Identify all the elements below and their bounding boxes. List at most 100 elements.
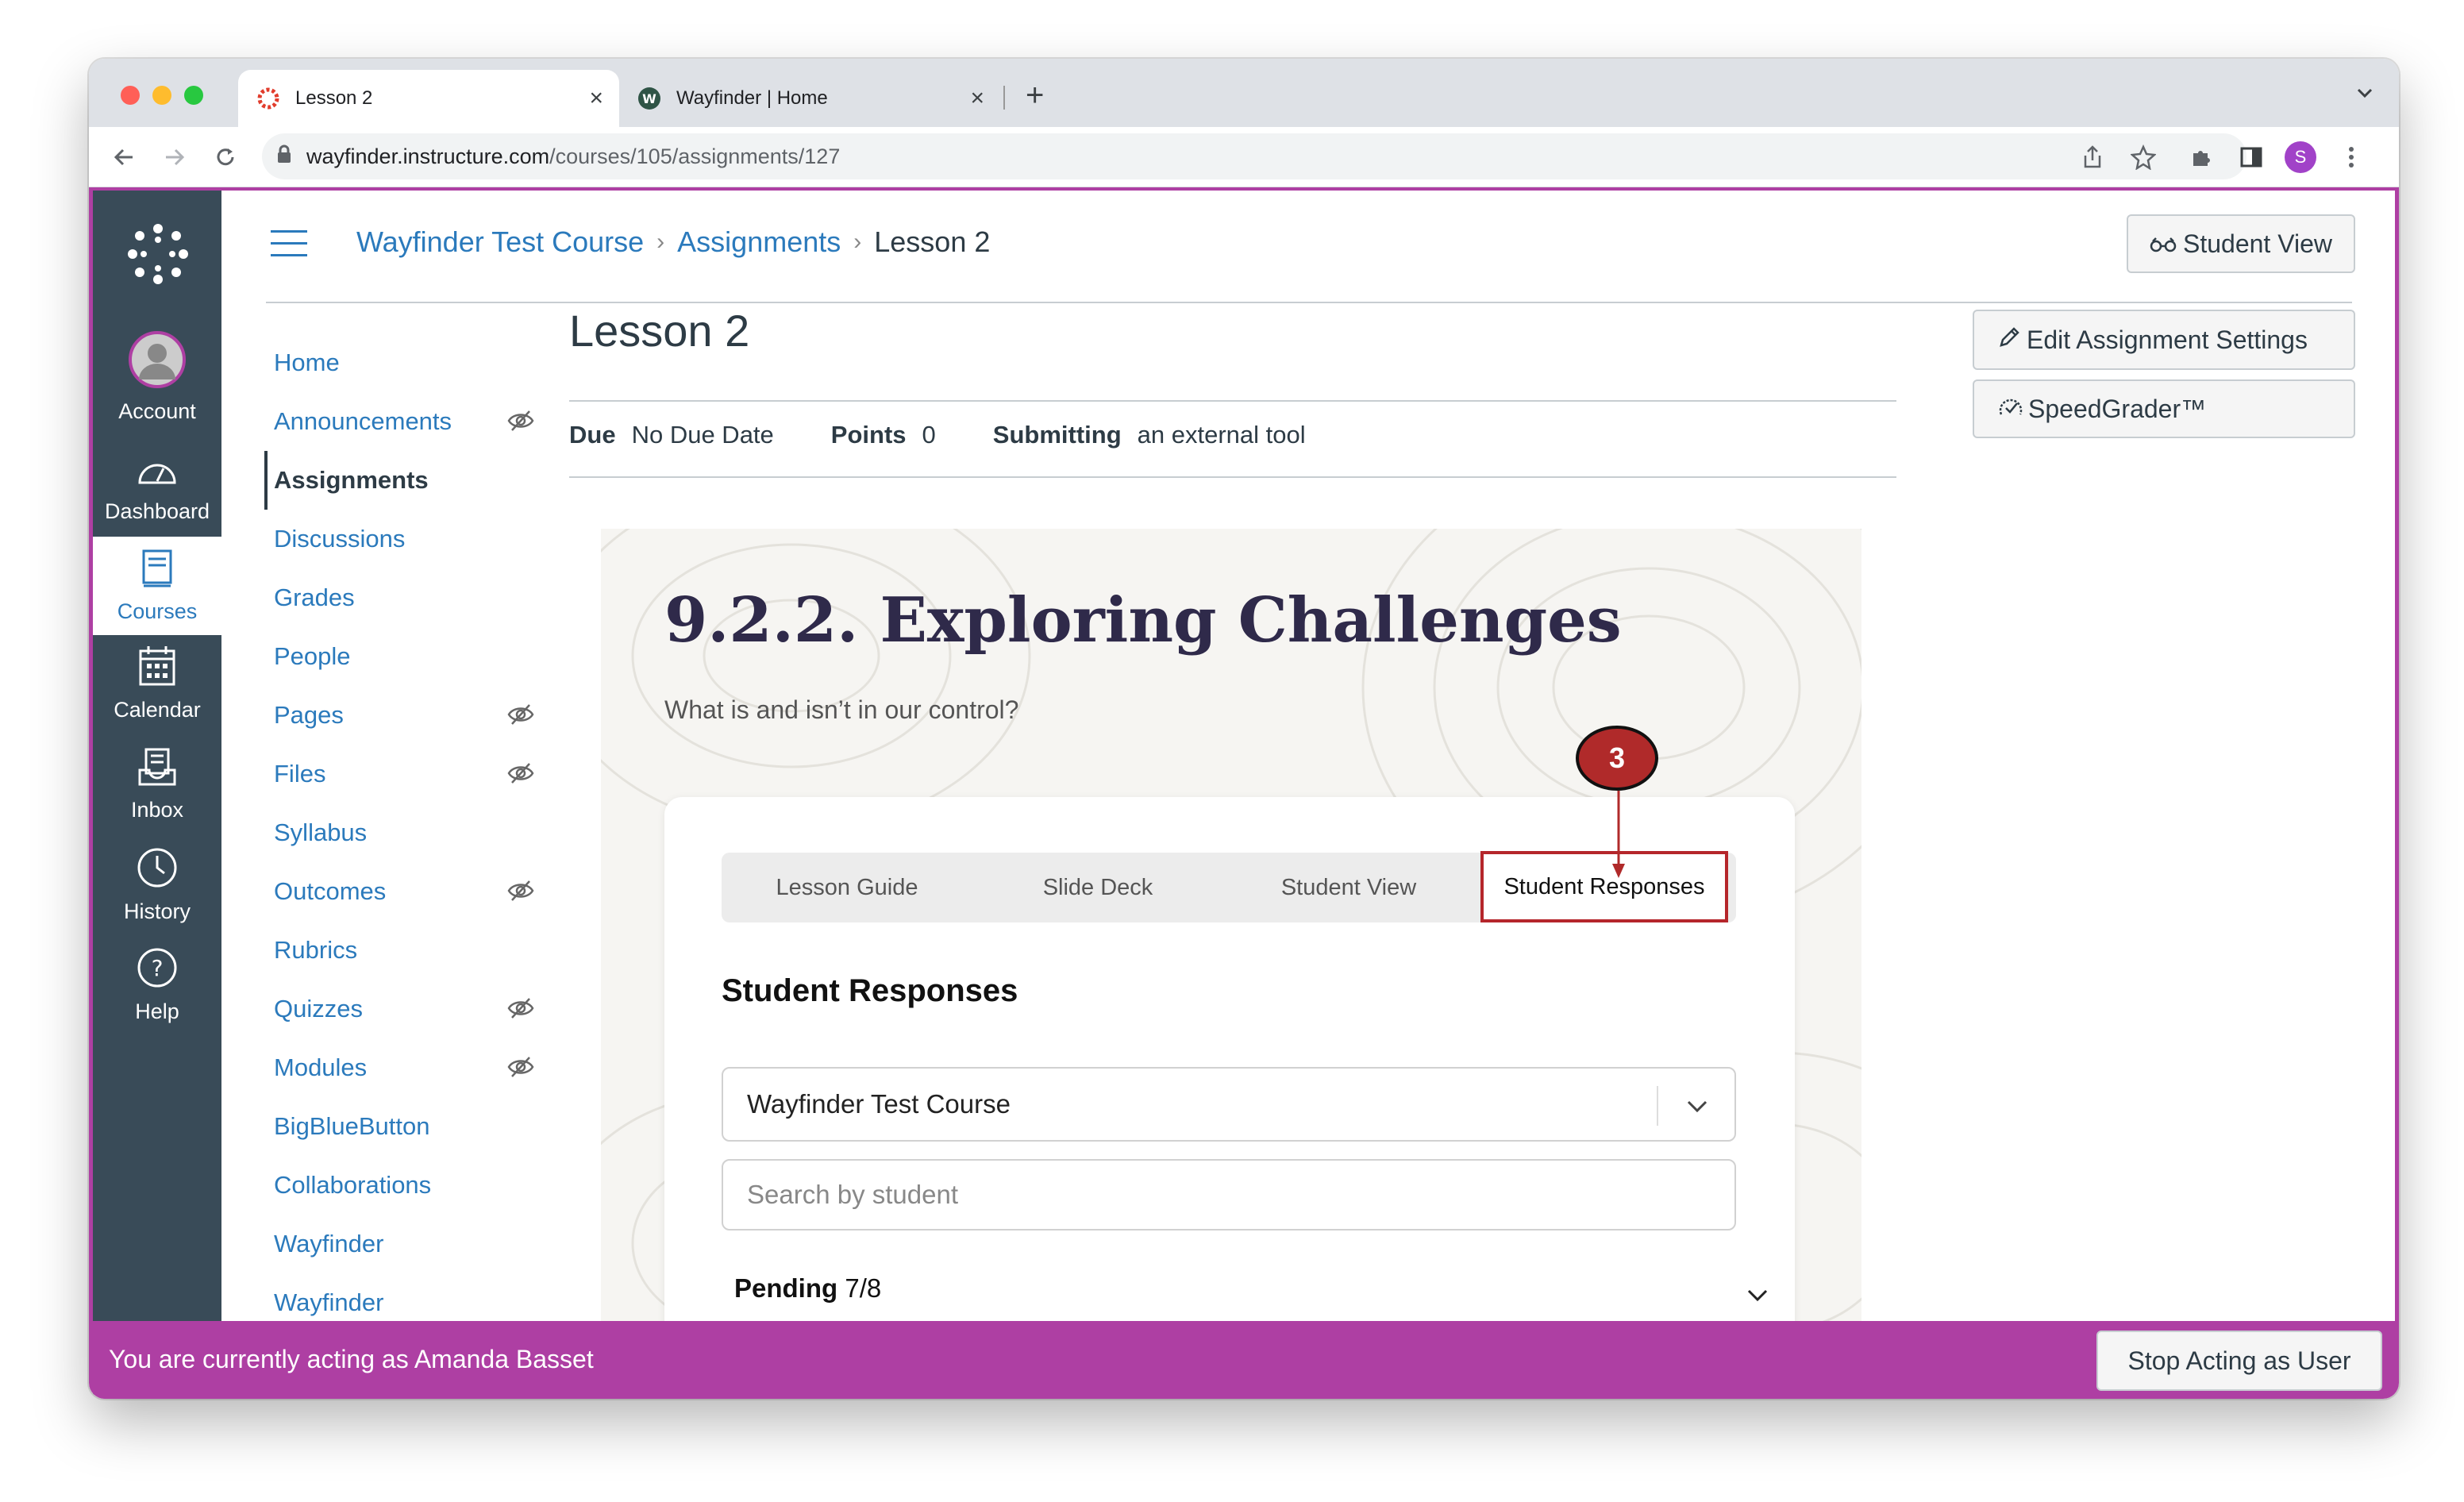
search-placeholder: Search by student bbox=[747, 1180, 958, 1209]
course-nav-syllabus[interactable]: Syllabus bbox=[264, 803, 550, 862]
student-responses-heading: Student Responses bbox=[722, 973, 1018, 1008]
browser-tab-lesson[interactable]: Lesson 2 × bbox=[238, 70, 619, 127]
forward-icon[interactable] bbox=[156, 138, 194, 176]
course-nav-home[interactable]: Home bbox=[264, 333, 550, 392]
assignment-details: Due No Due Date Points 0 Submitting an e… bbox=[569, 421, 1306, 449]
course-menu-toggle-icon[interactable] bbox=[271, 230, 307, 257]
student-view-button[interactable]: Student View bbox=[2127, 214, 2355, 273]
pending-section-header[interactable]: Pending 7/8 bbox=[734, 1273, 881, 1304]
global-nav-help[interactable]: ? Help bbox=[93, 946, 221, 1034]
course-nav-label: Outcomes bbox=[274, 877, 387, 905]
browser-toolbar: wayfinder.instructure.com/courses/105/as… bbox=[89, 127, 2399, 187]
maximize-window-icon[interactable] bbox=[184, 86, 203, 105]
course-nav-collaborations[interactable]: Collaborations bbox=[264, 1156, 550, 1215]
course-nav-wayfinder[interactable]: Wayfinder bbox=[264, 1215, 550, 1273]
canvas-favicon-icon bbox=[256, 86, 281, 111]
stop-acting-button[interactable]: Stop Acting as User bbox=[2096, 1331, 2382, 1391]
details-divider bbox=[569, 476, 1896, 478]
courses-icon bbox=[139, 548, 175, 599]
lesson-heading: 9.2.2. Exploring Challenges bbox=[664, 584, 1622, 657]
speedgrader-label: SpeedGrader™ bbox=[2028, 394, 2207, 423]
back-icon[interactable] bbox=[105, 138, 143, 176]
tab-divider bbox=[1003, 86, 1005, 110]
acting-as-text: You are currently acting as Amanda Basse… bbox=[109, 1345, 594, 1373]
share-icon[interactable] bbox=[2075, 140, 2110, 175]
tab-student-view[interactable]: Student View bbox=[1223, 853, 1474, 922]
course-nav-modules[interactable]: Modules bbox=[264, 1038, 550, 1097]
speedgrader-button[interactable]: SpeedGrader™ bbox=[1973, 379, 2355, 438]
nav-label: Dashboard bbox=[104, 499, 210, 523]
global-nav-inbox[interactable]: Inbox bbox=[93, 746, 221, 834]
extensions-icon[interactable] bbox=[2183, 140, 2218, 175]
global-nav-account[interactable]: Account bbox=[93, 330, 221, 426]
hidden-from-students-icon bbox=[507, 997, 534, 1026]
course-nav-announcements[interactable]: Announcements bbox=[264, 392, 550, 451]
hidden-from-students-icon bbox=[507, 762, 534, 791]
tab-student-responses[interactable]: Student Responses bbox=[1480, 851, 1728, 922]
close-window-icon[interactable] bbox=[121, 86, 140, 105]
course-nav-label: Discussions bbox=[274, 525, 406, 553]
assignment-title: Lesson 2 bbox=[569, 306, 750, 356]
course-nav-label: Assignments bbox=[274, 466, 429, 494]
course-nav-grades[interactable]: Grades bbox=[264, 568, 550, 627]
reload-icon[interactable] bbox=[206, 138, 244, 176]
breadcrumb-assignments-link[interactable]: Assignments bbox=[677, 225, 841, 259]
bookmark-star-icon[interactable] bbox=[2126, 140, 2161, 175]
close-tab-icon[interactable]: × bbox=[970, 87, 984, 110]
nav-label: Courses bbox=[117, 599, 198, 623]
browser-menu-icon[interactable] bbox=[2334, 140, 2369, 175]
close-tab-icon[interactable]: × bbox=[589, 87, 603, 110]
profile-avatar[interactable]: S bbox=[2283, 140, 2318, 175]
global-nav-dashboard[interactable]: Dashboard bbox=[93, 453, 221, 532]
course-nav-files[interactable]: Files bbox=[264, 745, 550, 803]
course-nav-rubrics[interactable]: Rubrics bbox=[264, 921, 550, 980]
course-nav-people[interactable]: People bbox=[264, 627, 550, 686]
lock-icon bbox=[276, 144, 292, 169]
global-nav-courses[interactable]: Courses bbox=[93, 537, 221, 635]
new-tab-icon[interactable]: + bbox=[1026, 78, 1044, 114]
points-value: 0 bbox=[922, 421, 936, 449]
points-label: Points bbox=[830, 421, 907, 449]
svg-text:W: W bbox=[642, 91, 656, 106]
address-bar[interactable]: wayfinder.instructure.com/courses/105/as… bbox=[262, 133, 2246, 179]
nav-label: History bbox=[123, 899, 191, 923]
pending-label: Pending bbox=[734, 1273, 838, 1303]
course-nav-assignments[interactable]: Assignments bbox=[264, 451, 550, 510]
tab-lesson-guide[interactable]: Lesson Guide bbox=[722, 853, 972, 922]
pencil-icon bbox=[1998, 325, 2022, 355]
hidden-from-students-icon bbox=[507, 703, 534, 732]
tab-strip: Lesson 2 × W Wayfinder | Home × + bbox=[89, 59, 2399, 127]
nav-label: Account bbox=[118, 399, 196, 423]
breadcrumb-course-link[interactable]: Wayfinder Test Course bbox=[356, 225, 644, 259]
breadcrumb-separator: › bbox=[853, 229, 862, 255]
submitting-value: an external tool bbox=[1137, 421, 1306, 449]
nav-label: Inbox bbox=[130, 798, 184, 822]
course-nav-bigbluebutton[interactable]: BigBlueButton bbox=[264, 1097, 550, 1156]
tab-slide-deck[interactable]: Slide Deck bbox=[972, 853, 1223, 922]
course-nav-quizzes[interactable]: Quizzes bbox=[264, 980, 550, 1038]
chevron-down-icon[interactable] bbox=[1744, 1281, 1771, 1312]
canvas-page: Account Dashboard Courses Calendar Inbox… bbox=[89, 187, 2399, 1399]
due-label: Due bbox=[569, 421, 616, 449]
course-nav-label: Rubrics bbox=[274, 936, 358, 964]
side-panel-icon[interactable] bbox=[2234, 140, 2269, 175]
course-nav-label: Wayfinder bbox=[274, 1230, 384, 1257]
hidden-from-students-icon bbox=[507, 1056, 534, 1084]
search-student-input[interactable]: Search by student bbox=[722, 1159, 1736, 1230]
canvas-logo-icon[interactable] bbox=[125, 221, 191, 291]
minimize-window-icon[interactable] bbox=[152, 86, 171, 105]
edit-assignment-settings-button[interactable]: Edit Assignment Settings bbox=[1973, 310, 2355, 370]
global-navigation: Account Dashboard Courses Calendar Inbox… bbox=[93, 191, 221, 1395]
course-nav-outcomes[interactable]: Outcomes bbox=[264, 862, 550, 921]
tab-search-icon[interactable] bbox=[2354, 83, 2375, 107]
chevron-down-icon[interactable] bbox=[1684, 1092, 1711, 1126]
lesson-subtitle: What is and isn’t in our control? bbox=[664, 695, 1019, 724]
global-nav-history[interactable]: History bbox=[93, 846, 221, 934]
course-nav-pages[interactable]: Pages bbox=[264, 686, 550, 745]
hidden-from-students-icon bbox=[507, 880, 534, 908]
course-select[interactable]: Wayfinder Test Course bbox=[722, 1067, 1736, 1142]
browser-tab-wayfinder[interactable]: W Wayfinder | Home × bbox=[619, 70, 1000, 127]
course-nav-discussions[interactable]: Discussions bbox=[264, 510, 550, 568]
submitting-label: Submitting bbox=[992, 421, 1122, 449]
global-nav-calendar[interactable]: Calendar bbox=[93, 645, 221, 732]
